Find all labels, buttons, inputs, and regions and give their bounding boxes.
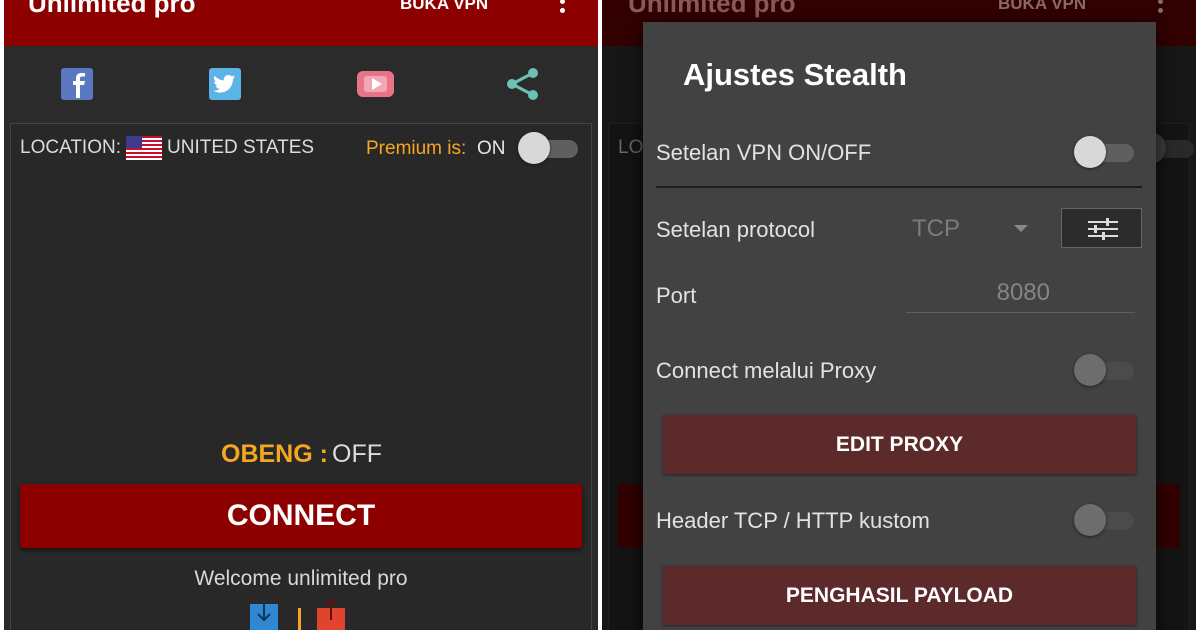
header-label: Header TCP / HTTP kustom: [656, 508, 930, 533]
share-icon[interactable]: [504, 66, 540, 102]
proxy-label: Connect melalui Proxy: [656, 358, 877, 383]
connect-button[interactable]: CONNECT: [20, 484, 582, 548]
port-label: Port: [656, 283, 697, 308]
location-label-dimmed: LO: [618, 137, 644, 158]
app-bar: Unlimited pro BUKA VPN: [4, 0, 598, 46]
upload-icon: [317, 598, 345, 630]
more-vert-icon-dimmed: [1156, 0, 1164, 16]
traffic-separator: [298, 608, 301, 630]
twitter-icon[interactable]: [208, 66, 244, 102]
proxy-toggle[interactable]: [1074, 353, 1136, 387]
us-flag-icon: [126, 136, 162, 160]
port-input[interactable]: 8080: [906, 279, 1050, 307]
open-vpn-button[interactable]: BUKA VPN: [400, 0, 488, 14]
vpn-toggle[interactable]: [1074, 135, 1136, 169]
main-screen: Unlimited pro BUKA VPN LOCATION: UNITED …: [4, 0, 598, 630]
location-label: LOCATION:: [20, 137, 121, 158]
location-country[interactable]: UNITED STATES: [167, 137, 314, 159]
open-vpn-button-dimmed: BUKA VPN: [998, 0, 1087, 13]
sliders-icon: [1088, 218, 1118, 240]
welcome-text: Welcome unlimited pro: [194, 567, 408, 590]
chevron-down-icon[interactable]: [1014, 225, 1028, 232]
edit-proxy-button[interactable]: EDIT PROXY: [663, 415, 1136, 474]
payload-generator-button[interactable]: PENGHASIL PAYLOAD: [663, 566, 1136, 625]
premium-toggle[interactable]: [518, 131, 580, 165]
protocol-label: Setelan protocol: [656, 217, 815, 242]
facebook-icon[interactable]: [60, 66, 96, 102]
protocol-select[interactable]: TCP: [912, 215, 960, 243]
tune-settings-button[interactable]: [1061, 208, 1142, 248]
more-vert-icon[interactable]: [558, 0, 566, 16]
vpn-toggle-label: Setelan VPN ON/OFF: [656, 140, 872, 165]
header-toggle[interactable]: [1074, 503, 1136, 537]
app-title: Unlimited pro: [28, 0, 196, 18]
dialog-title: Ajustes Stealth: [683, 57, 907, 92]
premium-value: ON: [477, 138, 506, 159]
download-icon: [250, 598, 278, 630]
app-title-dimmed: Unlimited pro: [628, 0, 796, 18]
obeng-label: OBENG :: [221, 440, 328, 468]
divider: [656, 186, 1142, 188]
port-input-underline: [906, 312, 1135, 313]
stealth-settings-dialog: [643, 22, 1156, 630]
youtube-icon[interactable]: [356, 66, 394, 102]
status-card: [10, 123, 592, 630]
obeng-value: OFF: [332, 440, 382, 468]
premium-label: Premium is:: [366, 138, 467, 159]
